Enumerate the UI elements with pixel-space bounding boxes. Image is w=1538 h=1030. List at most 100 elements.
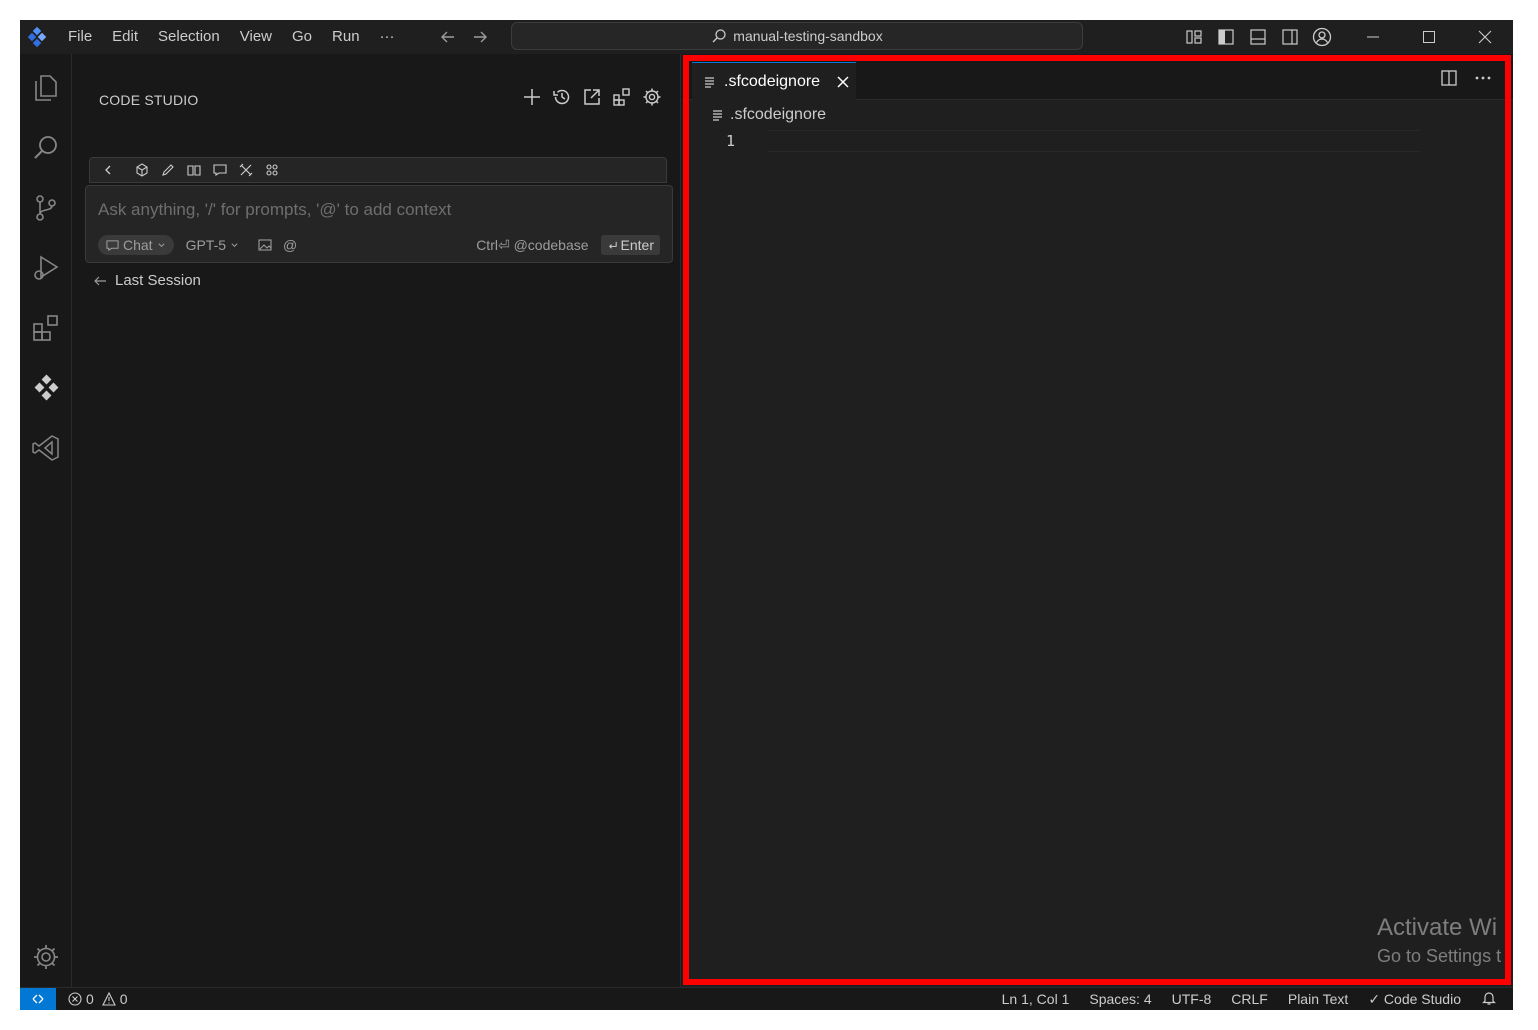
minimize-icon[interactable]	[1345, 20, 1401, 54]
chat-toolbar	[89, 157, 667, 183]
menu-file[interactable]: File	[58, 20, 102, 54]
error-count: 0	[86, 991, 94, 1007]
toggle-primary-sidebar-icon[interactable]	[1214, 25, 1238, 49]
sidebar-actions	[521, 86, 663, 108]
open-in-editor-icon[interactable]	[581, 86, 603, 108]
code-studio-status[interactable]: ✓ Code Studio	[1368, 991, 1461, 1008]
shortcut-hint: Ctrl⏎ @codebase	[476, 236, 589, 253]
menu-bar: File Edit Selection View Go Run ···	[58, 20, 405, 54]
chat-submit-area: Ctrl⏎ @codebase Enter	[476, 235, 660, 255]
status-bar-right: Ln 1, Col 1 Spaces: 4 UTF-8 CRLF Plain T…	[1002, 990, 1513, 1009]
search-sidebar-icon[interactable]	[28, 130, 64, 166]
code-studio-sidebar: CODE STUDIO Ask anything, '/' for prompt…	[73, 54, 681, 987]
account-icon[interactable]	[1310, 25, 1334, 49]
title-bar: File Edit Selection View Go Run ··· manu…	[20, 20, 1513, 54]
warning-count: 0	[119, 991, 128, 1007]
run-and-debug-icon[interactable]	[28, 250, 64, 286]
codebase-mention[interactable]: @codebase	[514, 237, 589, 253]
model-label: GPT-5	[185, 237, 227, 253]
workspace-name: manual-testing-sandbox	[733, 28, 883, 44]
back-arrow-icon[interactable]	[438, 27, 458, 47]
layout-controls	[1182, 20, 1334, 54]
grid-icon[interactable]	[264, 162, 280, 178]
close-tab-icon[interactable]	[834, 73, 852, 91]
chat-input-controls: Chat GPT-5 @ Ctrl⏎ @codebase Enter	[98, 234, 660, 256]
code-studio-icon[interactable]	[28, 370, 64, 406]
extensions-panel-icon[interactable]	[611, 86, 633, 108]
toggle-panel-icon[interactable]	[1246, 25, 1270, 49]
chevron-left-icon[interactable]	[100, 162, 116, 178]
plain-text-file-icon	[713, 110, 722, 121]
more-actions-icon[interactable]	[1473, 68, 1493, 88]
close-window-icon[interactable]	[1457, 20, 1513, 54]
cursor-position[interactable]: Ln 1, Col 1	[1002, 991, 1070, 1007]
window-controls	[1345, 20, 1513, 54]
toggle-secondary-sidebar-icon[interactable]	[1278, 25, 1302, 49]
chat-bubble-icon	[106, 239, 119, 251]
forward-arrow-icon[interactable]	[470, 27, 490, 47]
chevron-down-icon	[231, 242, 238, 247]
cube-icon[interactable]	[134, 162, 150, 178]
watermark-title: Activate Wi	[1377, 914, 1498, 941]
app-logo-icon	[27, 26, 47, 48]
model-dropdown[interactable]: GPT-5	[186, 237, 239, 253]
customize-layout-icon[interactable]	[1182, 25, 1206, 49]
menu-run[interactable]: Run	[322, 20, 370, 54]
settings-gear-icon[interactable]	[28, 939, 64, 975]
problems-indicator[interactable]: 0 0	[68, 991, 128, 1007]
menu-selection[interactable]: Selection	[148, 20, 230, 54]
return-icon	[608, 241, 617, 249]
remote-indicator-icon[interactable]	[20, 987, 56, 1010]
watermark-subtitle: Go to Settings t	[1377, 946, 1502, 966]
chat-mode-dropdown[interactable]: Chat	[98, 235, 174, 255]
indentation[interactable]: Spaces: 4	[1089, 991, 1151, 1007]
menu-edit[interactable]: Edit	[102, 20, 148, 54]
encoding[interactable]: UTF-8	[1172, 991, 1212, 1007]
plain-text-file-icon	[705, 76, 714, 88]
enter-button[interactable]: Enter	[600, 235, 660, 255]
extensions-icon[interactable]	[28, 310, 64, 346]
command-center-search[interactable]: manual-testing-sandbox	[511, 22, 1083, 50]
last-session-label: Last Session	[115, 272, 201, 289]
activity-bar	[20, 54, 72, 987]
maximize-icon[interactable]	[1401, 20, 1457, 54]
menu-view[interactable]: View	[230, 20, 282, 54]
history-icon[interactable]	[551, 86, 573, 108]
pencil-icon[interactable]	[160, 162, 176, 178]
warning-icon	[101, 992, 116, 1006]
chat-input[interactable]	[98, 198, 658, 222]
sidebar-settings-icon[interactable]	[641, 86, 663, 108]
code-editor[interactable]: 1	[682, 130, 1513, 987]
sidebar-title: CODE STUDIO	[99, 92, 199, 108]
menu-more[interactable]: ···	[370, 20, 405, 54]
chat-input-container: Chat GPT-5 @ Ctrl⏎ @codebase Enter	[85, 185, 673, 263]
source-control-icon[interactable]	[28, 190, 64, 226]
tab-sfcodeignore[interactable]: .sfcodeignore	[692, 62, 856, 100]
breadcrumb-file: .sfcodeignore	[730, 106, 827, 123]
activation-watermark: Activate Wi Go to Settings t	[1377, 914, 1501, 967]
language-mode[interactable]: Plain Text	[1288, 991, 1348, 1007]
book-icon[interactable]	[186, 162, 202, 178]
vscode-window: File Edit Selection View Go Run ··· manu…	[20, 20, 1513, 1010]
editor-actions	[1439, 68, 1493, 88]
comment-icon[interactable]	[212, 162, 228, 178]
new-chat-icon[interactable]	[521, 86, 543, 108]
image-attach-icon[interactable]	[257, 237, 273, 253]
tab-label: .sfcodeignore	[724, 72, 821, 90]
bell-icon[interactable]	[1481, 990, 1497, 1009]
split-editor-icon[interactable]	[1439, 68, 1459, 88]
line-ending[interactable]: CRLF	[1231, 991, 1268, 1007]
search-icon	[712, 29, 726, 43]
mention-button[interactable]: @	[283, 237, 297, 253]
visual-studio-icon[interactable]	[28, 430, 64, 466]
chat-mode-label: Chat	[123, 237, 153, 253]
explorer-icon[interactable]	[28, 70, 64, 106]
editor-tab-bar: .sfcodeignore	[682, 54, 1513, 100]
menu-go[interactable]: Go	[282, 20, 322, 54]
current-line-highlight[interactable]	[768, 130, 1420, 152]
tools-icon[interactable]	[238, 162, 254, 178]
breadcrumb[interactable]: .sfcodeignore	[712, 106, 826, 124]
last-session-link[interactable]: Last Session	[93, 272, 201, 289]
line-number: 1	[726, 132, 736, 150]
navigation-arrows	[438, 20, 490, 54]
